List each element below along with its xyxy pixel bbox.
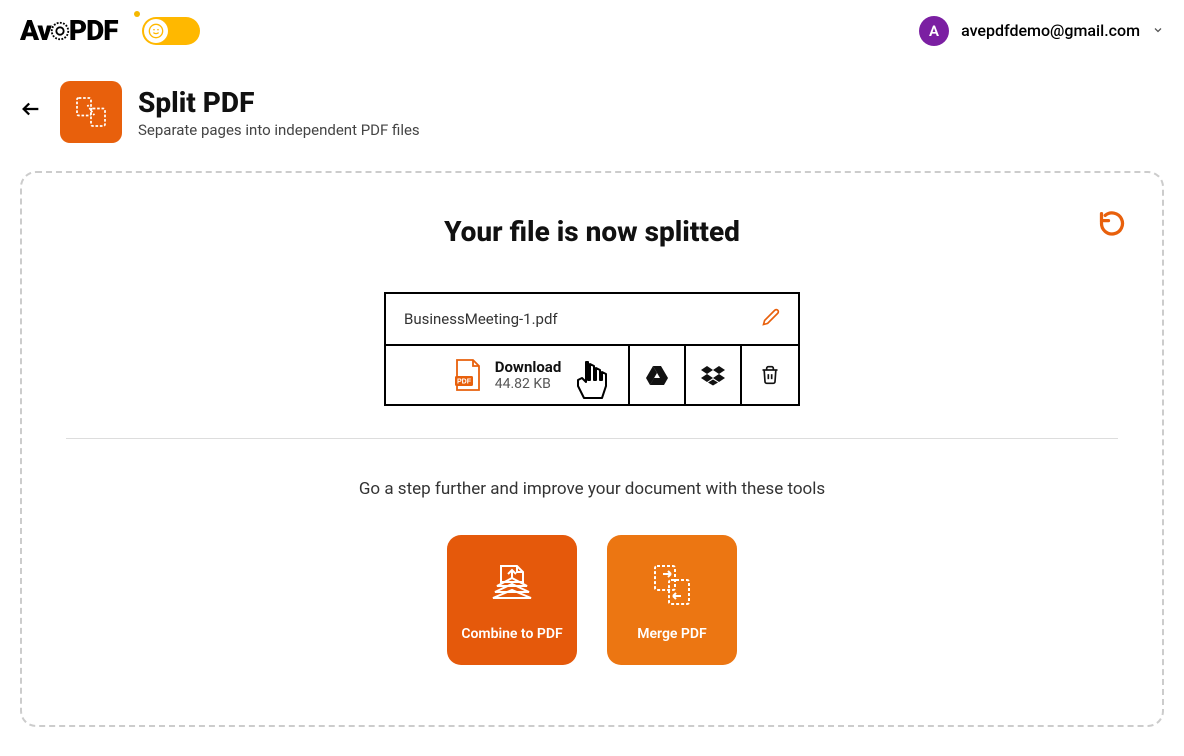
back-button[interactable] <box>20 98 42 126</box>
merge-pdf-tool[interactable]: Merge PDF <box>607 535 737 665</box>
page-title-section: Split PDF Separate pages into independen… <box>0 61 1184 171</box>
page-title-text: Split PDF Separate pages into independen… <box>138 86 420 139</box>
theme-toggle[interactable] <box>142 17 200 45</box>
divider <box>66 438 1118 439</box>
header-left: Av PDF <box>20 14 200 47</box>
google-drive-icon <box>645 364 669 386</box>
theme-toggle-container <box>142 17 200 45</box>
file-size: 44.82 KB <box>495 376 562 393</box>
result-heading: Your file is now splitted <box>22 215 1162 248</box>
gear-icon <box>49 20 71 42</box>
combine-to-pdf-tool[interactable]: Combine to PDF <box>447 535 577 665</box>
dropbox-icon <box>701 364 725 386</box>
combine-icon <box>485 558 539 612</box>
file-name-row: BusinessMeeting-1.pdf <box>386 294 798 346</box>
undo-button[interactable] <box>1098 209 1126 241</box>
logo-suffix: PDF <box>69 14 118 47</box>
google-drive-button[interactable] <box>630 346 686 404</box>
page-subtitle: Separate pages into independent PDF file… <box>138 121 420 139</box>
merge-icon <box>645 558 699 612</box>
app-logo[interactable]: Av PDF <box>20 14 118 47</box>
suggested-tools: Combine to PDF Merge PDF <box>22 535 1162 665</box>
rename-button[interactable] <box>762 308 780 330</box>
trash-icon <box>760 364 780 386</box>
svg-text:PDF: PDF <box>457 379 472 386</box>
smiley-icon <box>148 23 164 39</box>
page-title: Split PDF <box>138 86 420 119</box>
download-label: Download <box>495 358 562 376</box>
chevron-down-icon <box>1152 21 1164 40</box>
tool-label: Combine to PDF <box>461 626 562 642</box>
user-avatar: A <box>919 16 949 46</box>
tool-label: Merge PDF <box>637 626 706 642</box>
result-card: Your file is now splitted BusinessMeetin… <box>20 171 1164 727</box>
app-header: Av PDF <box>0 0 1184 61</box>
logo-prefix: Av <box>20 14 51 47</box>
split-pdf-tool-icon <box>60 81 122 143</box>
user-menu[interactable]: A avepdfdemo@gmail.com <box>919 16 1164 46</box>
suggestions-intro: Go a step further and improve your docum… <box>22 479 1162 499</box>
toggle-indicator-dot <box>134 11 140 17</box>
dropbox-button[interactable] <box>686 346 742 404</box>
file-name: BusinessMeeting-1.pdf <box>404 310 558 328</box>
file-result-box: BusinessMeeting-1.pdf PDF Do <box>384 292 800 406</box>
pdf-file-icon: PDF <box>453 358 483 392</box>
delete-button[interactable] <box>742 346 798 404</box>
download-button[interactable]: PDF Download 44.82 KB <box>386 346 630 404</box>
download-text: Download 44.82 KB <box>495 358 562 393</box>
file-actions-row: PDF Download 44.82 KB <box>386 346 798 404</box>
user-email: avepdfdemo@gmail.com <box>961 21 1140 40</box>
toggle-knob <box>144 19 168 43</box>
